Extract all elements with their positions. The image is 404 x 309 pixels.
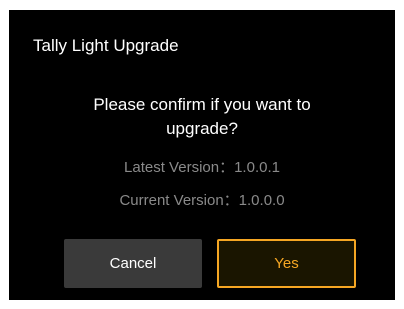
confirm-message-line-2: upgrade?	[166, 119, 238, 138]
dialog-title: Tally Light Upgrade	[33, 36, 179, 55]
version-info: Latest Version：1.0.0.1 Current Version：1…	[9, 157, 395, 223]
confirm-message: Please confirm if you want to upgrade?	[9, 93, 395, 141]
latest-version-label: Latest Version：	[124, 159, 235, 176]
current-version-value: 1.0.0.0	[238, 192, 285, 209]
cancel-button-label: Cancel	[109, 255, 157, 272]
latest-version-row: Latest Version：1.0.0.1	[9, 157, 395, 179]
yes-button[interactable]: Yes	[217, 239, 356, 288]
current-version-label: Current Version：	[119, 192, 239, 209]
cancel-button[interactable]: Cancel	[64, 239, 202, 288]
latest-version-value: 1.0.0.1	[234, 159, 280, 176]
current-version-row: Current Version：1.0.0.0	[9, 190, 395, 212]
confirm-message-line-1: Please confirm if you want to	[93, 95, 311, 114]
yes-button-label: Yes	[274, 255, 299, 272]
upgrade-dialog: Tally Light Upgrade Please confirm if yo…	[9, 10, 395, 300]
